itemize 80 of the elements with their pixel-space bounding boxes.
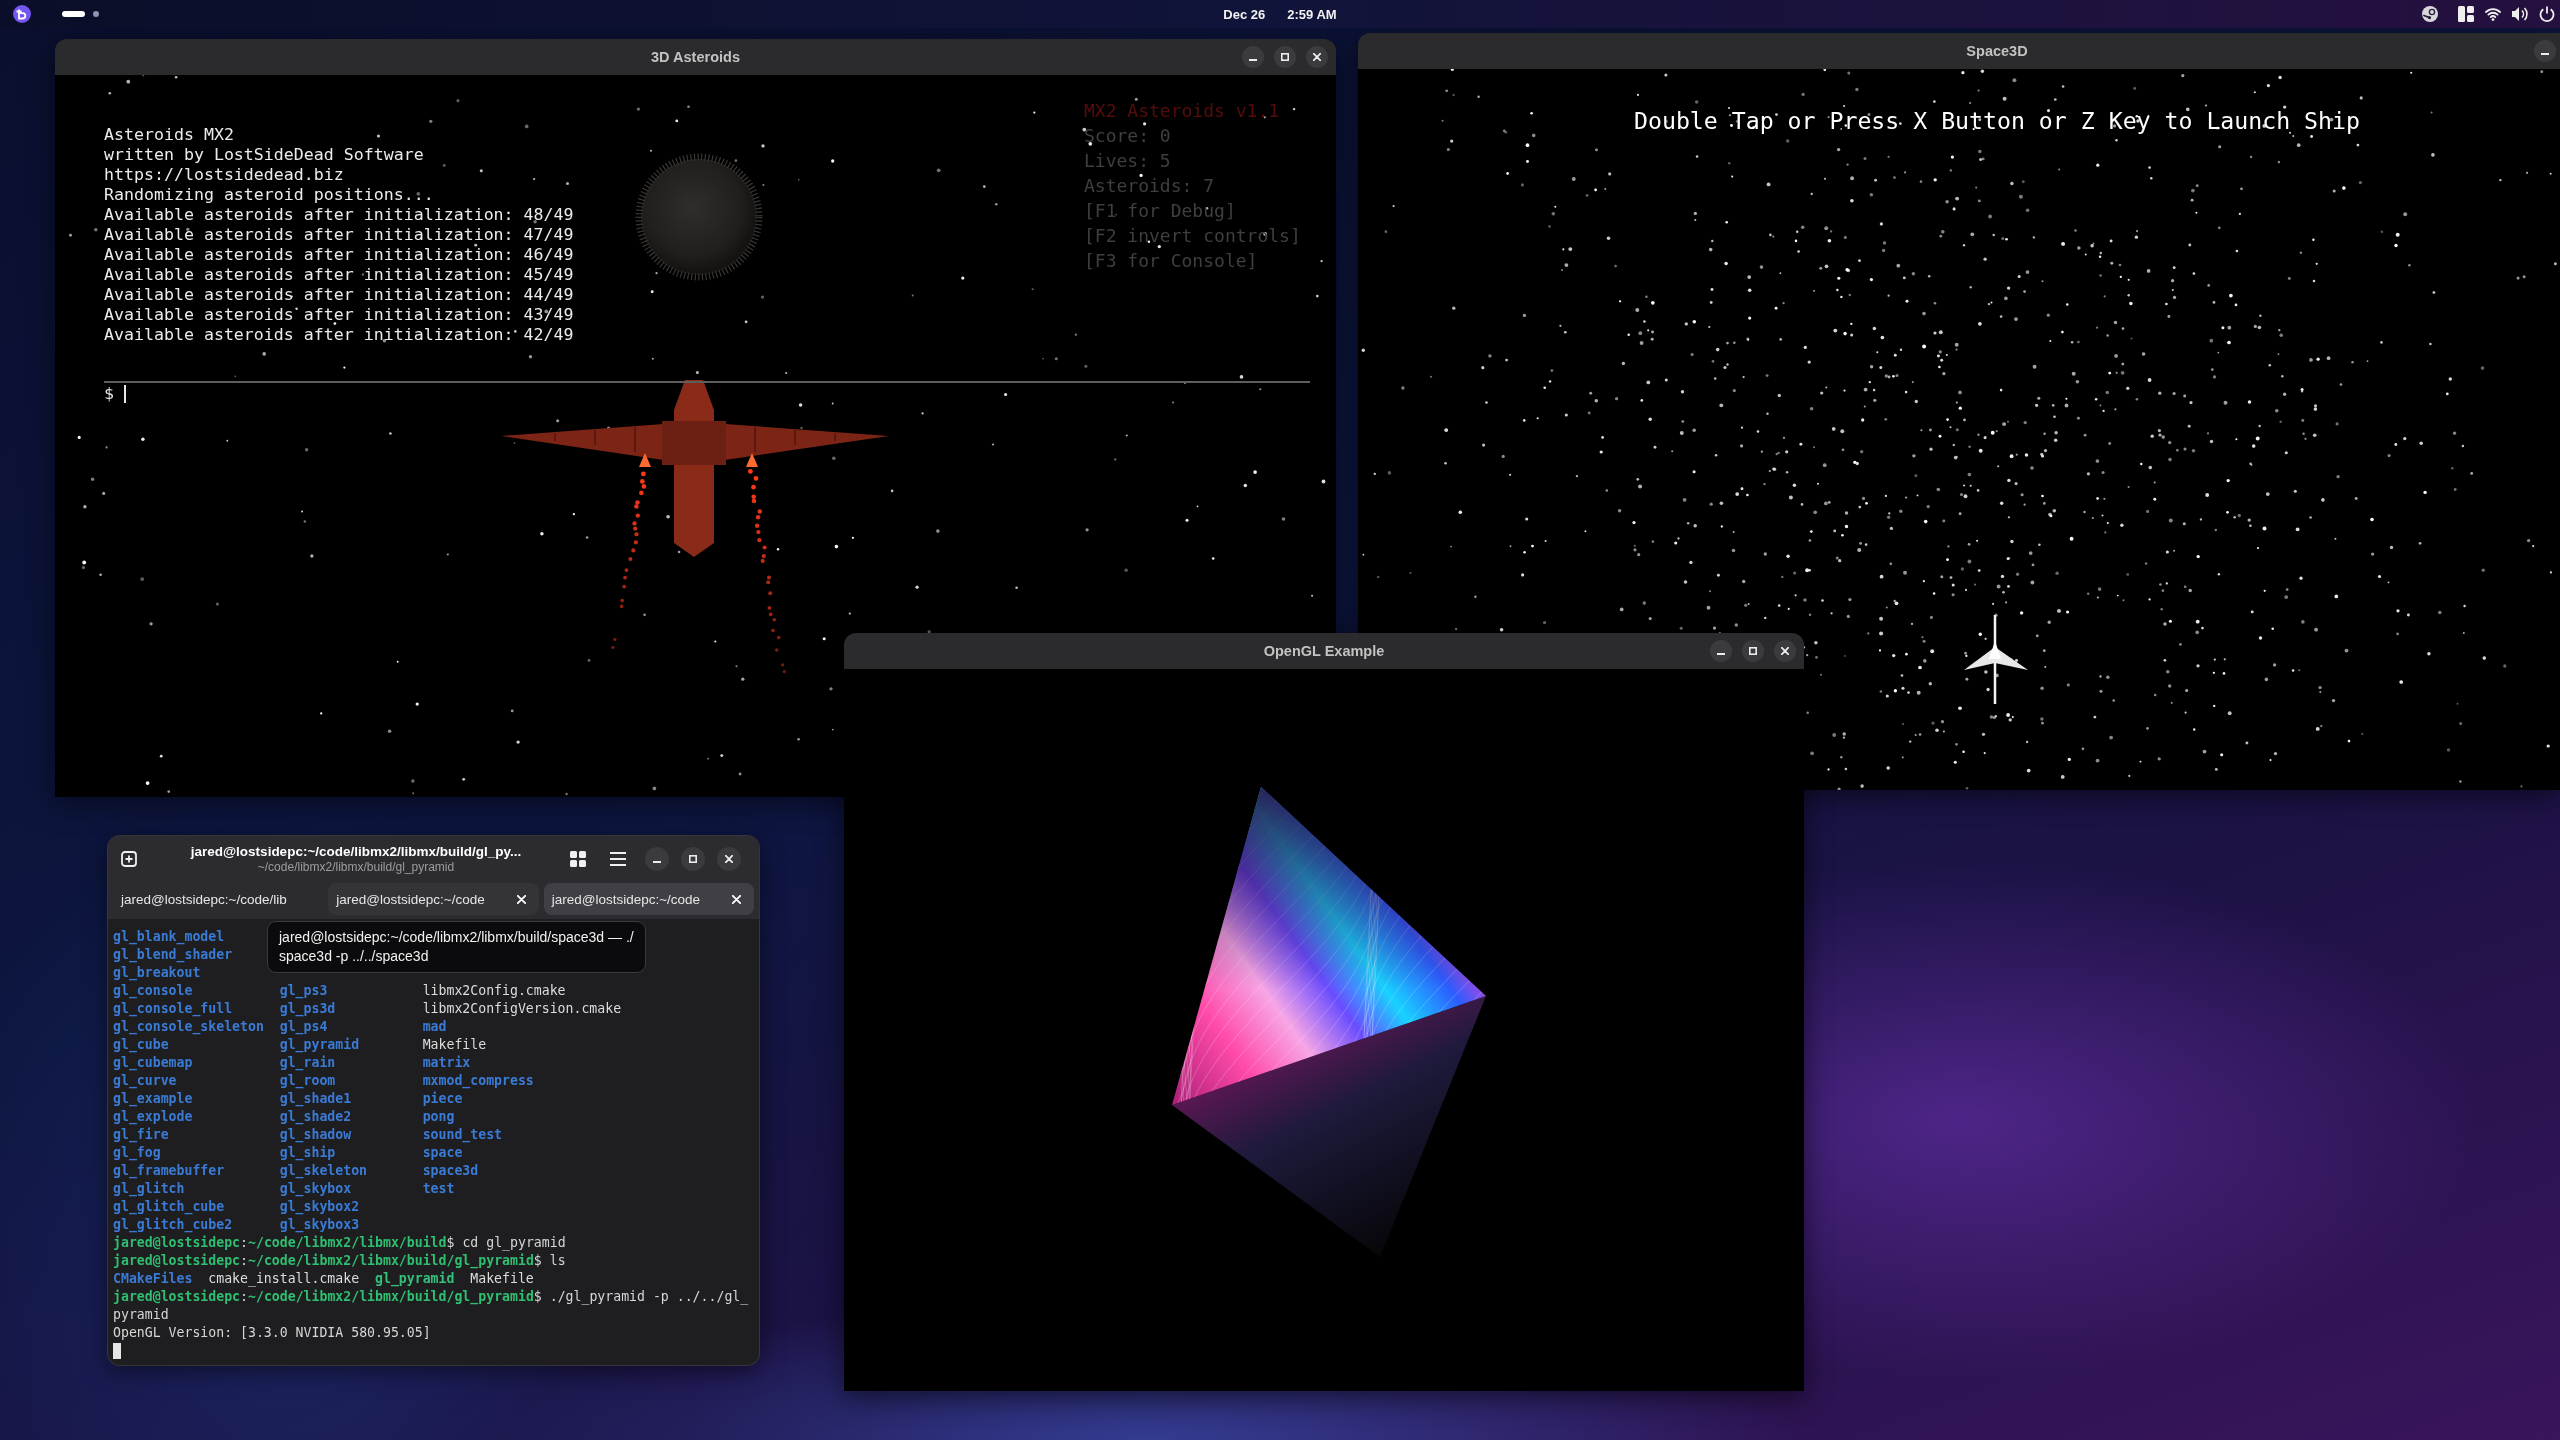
hud-label: Asteroids: 7 (1084, 174, 1216, 198)
directory-name: gl_console_skeleton (113, 1018, 265, 1036)
directory-name: gl_cubemap (113, 1054, 194, 1072)
window-title: Space3D (1966, 43, 2028, 59)
directory-name: gl_framebuffer (113, 1162, 226, 1180)
directory-name: gl_fog (113, 1144, 162, 1162)
terminal-title: jared@lostsidepc:~/code/libmx2/libmx/build/gl_py... (190, 844, 522, 859)
console-line: https://lostsidedead.biz (104, 165, 345, 185)
directory-name: gl_example (113, 1090, 194, 1108)
file-name: cmake_install.cmake (208, 1270, 360, 1288)
console-line: Available asteroids after initialization: 45/49 (104, 265, 575, 285)
output-line: pyramid (113, 1306, 170, 1324)
directory-name: gl_glitch_cube2 (113, 1216, 234, 1234)
directory-name: mad (422, 1018, 448, 1036)
directory-name: piece (422, 1090, 464, 1108)
prompt-line: jared@lostsidepc:~/code/libmx2/libmx/build/gl_pyramid$ ./gl_pyramid -p ../../gl_ (113, 1288, 750, 1306)
console-line: Available asteroids after initialization: 47/49 (104, 225, 575, 245)
console-line: Randomizing asteroid positions... (104, 185, 435, 205)
game-title-label: MX2 Asteroids v1.1 (1084, 99, 1281, 123)
directory-name: matrix (422, 1054, 472, 1072)
prompt-line: jared@lostsidepc:~/code/libmx2/libmx/build$ cd gl_pyramid (113, 1234, 567, 1252)
console-line: Available asteroids after initialization: 43/49 (104, 305, 575, 325)
directory-name: gl_glitch (113, 1180, 186, 1198)
hud-label: [F1 for Debug] (1084, 199, 1237, 223)
directory-name: gl_skeleton (279, 1162, 369, 1180)
directory-name: pong (422, 1108, 456, 1126)
hud-label: [F2 invert controls] (1084, 224, 1302, 248)
directory-name: gl_shade1 (279, 1090, 353, 1108)
directory-name: gl_cube (113, 1036, 170, 1054)
directory-name: gl_ship (279, 1144, 337, 1162)
directory-name: gl_skybox (279, 1180, 353, 1198)
directory-name: mxmod_compress (422, 1072, 535, 1090)
clock-date: Dec 26 (1223, 6, 1266, 22)
directory-name: gl_room (279, 1072, 337, 1090)
directory-name: gl_console_full (113, 1000, 234, 1018)
prompt-symbol: $ (104, 384, 114, 404)
file-name: libmx2ConfigVersion.cmake (422, 1000, 623, 1018)
window-title: OpenGL Example (1263, 643, 1385, 659)
directory-name: gl_ps3d (279, 1000, 337, 1018)
file-name: Makefile (470, 1270, 534, 1288)
directory-name: gl_pyramid (279, 1036, 361, 1054)
directory-name: gl_console (113, 982, 194, 1000)
directory-name: space (422, 1144, 464, 1162)
directory-name: gl_shade2 (279, 1108, 353, 1126)
directory-name: gl_ps3 (279, 982, 329, 1000)
launch-instructions: Double Tap or Press X Button or Z Key to Launch Ship (1634, 107, 2360, 135)
console-line: Available asteroids after initialization: 46/49 (104, 245, 575, 265)
clock-time: 2:59 AM (1287, 6, 1337, 22)
directory-name: test (422, 1180, 456, 1198)
directory-name: gl_skybox2 (279, 1198, 361, 1216)
directory-name: space3d (422, 1162, 480, 1180)
directory-name: gl_fire (113, 1126, 170, 1144)
directory-name: gl_skybox3 (279, 1216, 361, 1234)
file-name: libmx2Config.cmake (422, 982, 567, 1000)
hud-label: Score: 0 (1084, 124, 1172, 148)
directory-name: gl_rain (279, 1054, 337, 1072)
directory-name: gl_breakout (113, 964, 202, 982)
console-line: Available asteroids after initialization: 44/49 (104, 285, 575, 305)
directory-name: CMakeFiles (113, 1270, 193, 1288)
directory-name: gl_blend_shader (113, 946, 234, 964)
directory-name: gl_ps4 (279, 1018, 329, 1036)
file-name: Makefile (422, 1036, 488, 1054)
prompt-line: jared@lostsidepc:~/code/libmx2/libmx/build/gl_pyramid$ ls (113, 1252, 567, 1270)
directory-name: sound_test (422, 1126, 504, 1144)
hud-label: Lives: 5 (1084, 149, 1172, 173)
directory-name: gl_explode (113, 1108, 194, 1126)
window-title: 3D Asteroids (651, 49, 740, 65)
console-line: written by LostSideDead Software (104, 145, 425, 165)
console-line: Asteroids MX2 (104, 125, 235, 145)
console-line: Available asteroids after initialization: 42/49 (104, 325, 575, 345)
console-line: Available asteroids after initialization: 48/49 (104, 205, 575, 225)
directory-name: gl_curve (113, 1072, 178, 1090)
tab-tooltip: jared@lostsidepc:~/code/libmx2/libmx/build/space3d — ./ space3d -p ../../space3d (267, 921, 646, 973)
output-line: OpenGL Version: [3.3.0 NVIDIA 580.95.05] (113, 1324, 432, 1342)
terminal-subtitle: ~/code/libmx2/libmx/build/gl_pyramid (257, 860, 455, 874)
executable-name: gl_pyramid (375, 1270, 455, 1288)
hud-label: [F3 for Console] (1084, 249, 1259, 273)
directory-name: gl_blank_model (113, 928, 226, 946)
directory-name: gl_glitch_cube (113, 1198, 226, 1216)
directory-name: gl_shadow (279, 1126, 353, 1144)
